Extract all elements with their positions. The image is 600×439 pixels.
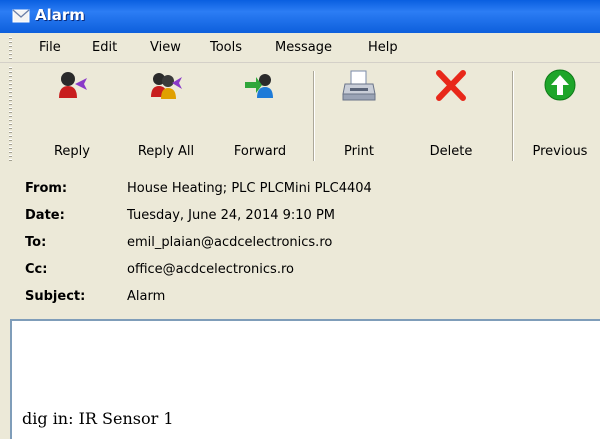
envelope-icon <box>12 9 30 23</box>
reply-label: Reply <box>53 144 90 159</box>
to-label: To: <box>25 235 47 250</box>
toolbar-separator-2 <box>512 71 514 161</box>
to-value[interactable]: emil_plaian@acdcelectronics.ro <box>127 235 332 250</box>
previous-label: Previous <box>532 144 588 159</box>
menu-bar: File Edit View Tools Message Help <box>0 33 600 63</box>
menu-edit[interactable]: Edit <box>92 40 117 55</box>
date-value: Tuesday, June 24, 2014 9:10 PM <box>127 208 335 223</box>
delete-x-icon <box>436 70 466 101</box>
message-body[interactable]: dig in: IR Sensor 1 <box>10 319 600 439</box>
toolbar-separator <box>313 71 315 161</box>
menu-grip[interactable] <box>9 37 12 59</box>
toolbar-grip[interactable] <box>9 67 12 163</box>
toolbar: Reply Reply All Forward Print Delete Pre… <box>0 62 600 169</box>
menu-view[interactable]: View <box>150 40 181 55</box>
reply-all-icon <box>151 73 182 99</box>
delete-button[interactable]: Delete <box>418 66 484 166</box>
from-value[interactable]: House Heating; PLC PLCMini PLC4404 <box>127 181 372 196</box>
reply-all-label: Reply All <box>137 144 195 159</box>
forward-icon <box>245 74 273 98</box>
cc-value[interactable]: office@acdcelectronics.ro <box>127 262 294 277</box>
menu-file[interactable]: File <box>39 40 61 55</box>
from-label: From: <box>25 181 68 196</box>
previous-arrow-icon <box>544 69 576 101</box>
message-body-text: dig in: IR Sensor 1 <box>22 409 174 428</box>
subject-label: Subject: <box>25 289 86 304</box>
delete-label: Delete <box>429 144 473 159</box>
print-label: Print <box>344 144 374 159</box>
menu-help[interactable]: Help <box>368 40 398 55</box>
forward-label: Forward <box>233 144 287 159</box>
subject-value: Alarm <box>127 289 166 304</box>
previous-button[interactable]: Previous <box>524 66 596 166</box>
cc-label: Cc: <box>25 262 48 277</box>
print-button[interactable]: Print <box>326 66 392 166</box>
message-header: From: House Heating; PLC PLCMini PLC4404… <box>0 168 600 318</box>
printer-icon <box>342 70 376 101</box>
reply-icon <box>59 72 87 98</box>
reply-button[interactable]: Reply <box>40 66 104 166</box>
menu-tools[interactable]: Tools <box>210 40 242 55</box>
reply-all-button[interactable]: Reply All <box>122 66 210 166</box>
forward-button[interactable]: Forward <box>220 66 300 166</box>
date-label: Date: <box>25 208 65 223</box>
window-title: Alarm <box>35 6 85 24</box>
title-bar[interactable]: Alarm <box>0 0 600 33</box>
menu-message[interactable]: Message <box>275 40 332 55</box>
